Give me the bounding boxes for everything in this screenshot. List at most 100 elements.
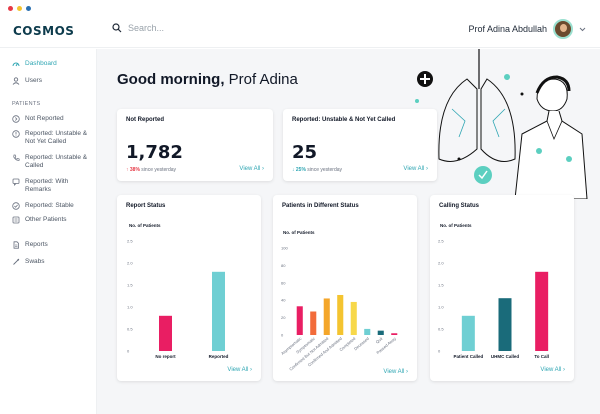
sidebar: Dashboard Users PATIENTS Not Reported Re… [0, 49, 97, 414]
window-controls [8, 6, 31, 11]
sidebar-item-label: Swabs [25, 258, 45, 265]
trend-up-icon: ↑ [126, 167, 129, 173]
top-bar: COSMOS Search... Prof Adina Abdullah [0, 14, 600, 48]
comment-icon [12, 178, 20, 186]
bar-1 [212, 271, 225, 351]
bar-2 [535, 271, 549, 351]
view-all-link[interactable]: View All › [227, 367, 252, 373]
stat-card-unstable-not-called: Reported: Unstable & Not Yet Called 25 ↓… [283, 109, 437, 181]
bar-0 [461, 315, 475, 351]
bar-0 [159, 315, 172, 351]
view-all-link[interactable]: View All › [383, 369, 408, 375]
y-tick-label: 80 [281, 263, 286, 268]
search-input[interactable]: Search... [128, 23, 164, 33]
y-tick-label: 20 [281, 315, 286, 320]
view-all-link[interactable]: View All › [403, 166, 428, 172]
check-circle-icon [12, 202, 20, 210]
y-tick-label: 1.0 [127, 305, 133, 310]
search-bar[interactable]: Search... [112, 23, 164, 33]
bar-0 [296, 306, 303, 335]
calling-status-chart: No. of Patients 0 0.5 1.0 1.5 2.0 2.5 Patient C… [438, 223, 549, 359]
sidebar-item-dashboard[interactable]: Dashboard [12, 60, 92, 68]
list-icon [12, 216, 20, 224]
section-label-patients: PATIENTS [12, 101, 41, 107]
lungs-illustration [438, 49, 516, 162]
bar-2 [323, 298, 330, 335]
chevron-down-icon[interactable] [579, 27, 586, 32]
sidebar-item-swabs[interactable]: Swabs [12, 258, 92, 266]
stat-value: 1,782 [126, 142, 183, 163]
sidebar-item-label: Users [25, 77, 42, 84]
user-menu[interactable]: Prof Adina Abdullah [468, 19, 586, 39]
sidebar-item-label: Reports [25, 241, 48, 248]
dashboard-icon [12, 62, 20, 67]
search-icon [112, 23, 122, 33]
y-tick-label: 0.5 [127, 327, 133, 332]
x-tick-label: To Call [534, 354, 549, 359]
check-badge-icon [474, 166, 492, 184]
sidebar-item-label: Other Patients [25, 216, 67, 223]
sidebar-item-stable[interactable]: Reported: Stable [12, 202, 92, 210]
y-axis-label: No. of Patients [283, 230, 315, 235]
y-tick-label: 1.0 [438, 305, 444, 310]
maximize-dot[interactable] [26, 6, 31, 11]
y-tick-label: 0 [281, 333, 284, 338]
avatar[interactable] [553, 19, 573, 39]
sidebar-item-not-reported[interactable]: Not Reported [12, 115, 92, 123]
app-logo[interactable]: COSMOS [13, 24, 74, 38]
main-content: Good morning, Prof Adina Not Reported 1,… [97, 49, 600, 414]
y-tick-label: 40 [281, 298, 286, 303]
y-tick-label: 100 [281, 246, 288, 251]
sidebar-item-label: Reported: With Remarks [25, 178, 69, 193]
x-tick-label: Patient Called [453, 354, 483, 359]
doctor-figure [514, 75, 588, 199]
bar-3 [337, 294, 344, 335]
delta-percent: 25% [295, 167, 306, 173]
bar-5 [364, 328, 371, 335]
chart-card-calling-status: Calling Status No. of Patients 0 0.5 1.0 1.5… [430, 195, 574, 381]
x-tick-label: Quit [375, 335, 385, 344]
y-tick-label: 0.5 [438, 327, 444, 332]
view-all-link[interactable]: View All › [540, 367, 565, 373]
y-tick-label: 0 [438, 349, 441, 354]
y-tick-label: 1.5 [127, 283, 133, 288]
sidebar-item-users[interactable]: Users [12, 77, 92, 85]
greeting-prefix: Good morning, [117, 71, 225, 88]
delta-since: since yesterday [141, 167, 177, 173]
sidebar-item-unstable-not-called[interactable]: Reported: Unstable & Not Yet Called [12, 130, 92, 146]
y-tick-label: 1.5 [438, 283, 444, 288]
sidebar-item-with-remarks[interactable]: Reported: With Remarks [12, 178, 92, 194]
y-tick-label: 2.0 [438, 261, 444, 266]
y-axis-label: No. of Patients [129, 223, 161, 228]
y-tick-label: 2.5 [438, 239, 444, 244]
patients-status-chart: No. of Patients020406080100AsymptomaticS… [280, 230, 398, 372]
sidebar-item-unstable-called[interactable]: Reported: Unstable & Called [12, 154, 92, 170]
y-tick-label: 2.5 [127, 239, 133, 244]
stat-delta: ↑ 38% since yesterday [126, 167, 176, 173]
alert-circle-icon [12, 130, 20, 138]
y-tick-label: 60 [281, 280, 286, 285]
minimize-dot[interactable] [17, 6, 22, 11]
sidebar-item-label: Reported: Unstable & Not Yet Called [25, 130, 88, 145]
y-axis-label: No. of Patients [440, 223, 472, 228]
bar-1 [310, 311, 317, 335]
sidebar-item-reports[interactable]: Reports [12, 241, 92, 249]
view-all-link[interactable]: View All › [239, 166, 264, 172]
sidebar-item-other-patients[interactable]: Other Patients [12, 216, 92, 224]
close-dot[interactable] [8, 6, 13, 11]
sidebar-item-label: Not Reported [25, 115, 64, 122]
greeting-name: Prof Adina [228, 71, 298, 88]
document-icon [13, 241, 19, 249]
user-name: Prof Adina Abdullah [468, 24, 547, 34]
x-tick-label: UHMC Called [491, 354, 520, 359]
stat-card-not-reported: Not Reported 1,782 ↑ 38% since yesterday… [117, 109, 273, 181]
arrow-circle-icon [12, 115, 20, 123]
y-tick-label: 0 [127, 349, 130, 354]
bar-6 [377, 330, 384, 335]
chart-card-patients-status: Patients in Different Status No. of Pati… [273, 195, 417, 381]
delta-percent: 38% [129, 167, 140, 173]
card-title: Reported: Unstable & Not Yet Called [292, 117, 396, 123]
trend-down-icon: ↓ [292, 167, 295, 173]
phone-icon [13, 154, 20, 161]
report-status-chart: No. of Patients 0 0.5 1.0 1.5 2.0 2.5 No report… [127, 223, 229, 359]
